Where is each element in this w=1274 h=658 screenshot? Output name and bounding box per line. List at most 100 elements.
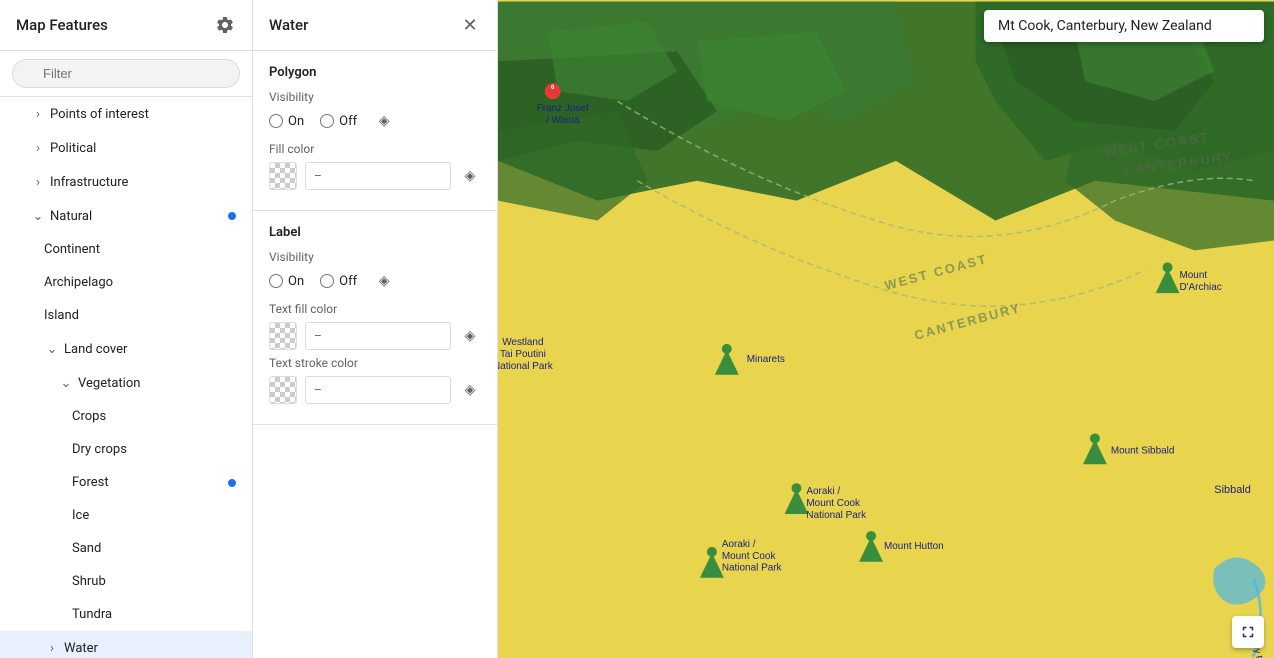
svg-text:Mount Cook: Mount Cook: [806, 498, 860, 509]
fill-color-diamond[interactable]: ◈: [459, 165, 481, 187]
text-fill-diamond[interactable]: ◈: [459, 325, 481, 347]
svg-text:Mount Hutton: Mount Hutton: [884, 541, 944, 552]
sidebar-item-continent[interactable]: Continent: [0, 233, 252, 266]
filter-bar: [0, 51, 252, 97]
fill-color-label: Fill color: [269, 142, 481, 156]
polygon-visibility-diamond[interactable]: ◈: [373, 110, 395, 132]
label-section-title: Label: [269, 225, 481, 240]
off-label: Off: [339, 114, 357, 129]
fill-color-value[interactable]: –: [305, 162, 451, 190]
text-fill-swatch[interactable]: [269, 322, 297, 350]
sidebar-item-island[interactable]: Island: [0, 299, 252, 332]
svg-text:Aoraki /: Aoraki /: [722, 539, 756, 550]
sidebar-item-archipelago[interactable]: Archipelago: [0, 266, 252, 299]
sidebar-item-political[interactable]: › Political: [0, 131, 252, 165]
sidebar-item-label: Sand: [72, 541, 101, 556]
sidebar-item-dry-crops[interactable]: Dry crops: [0, 433, 252, 466]
label-visibility-diamond[interactable]: ◈: [373, 270, 395, 292]
sidebar-item-shrub[interactable]: Shrub: [0, 565, 252, 598]
sidebar-item-label: Points of interest: [50, 107, 149, 122]
chevron-right-icon: ›: [44, 640, 60, 656]
natural-dot: [228, 212, 236, 220]
label-section: Label Visibility On Off ◈ Text fill colo…: [253, 211, 497, 425]
sidebar-item-vegetation[interactable]: ⌄ Vegetation: [0, 366, 252, 400]
sidebar-item-ice[interactable]: Ice: [0, 499, 252, 532]
filter-wrapper: [12, 59, 240, 88]
map-area: WEST COAST CANTERBURY WEST COAST CANTERB…: [498, 0, 1274, 658]
label-visibility-on[interactable]: On: [269, 274, 304, 289]
polygon-section-title: Polygon: [269, 65, 481, 80]
polygon-visibility-off[interactable]: Off: [320, 114, 357, 129]
polygon-visibility-on[interactable]: On: [269, 114, 304, 129]
close-icon[interactable]: ✕: [459, 14, 481, 36]
chevron-right-icon: ›: [30, 174, 46, 190]
sidebar-item-sand[interactable]: Sand: [0, 532, 252, 565]
chevron-right-icon: ›: [30, 106, 46, 122]
search-bar[interactable]: Mt Cook, Canterbury, New Zealand: [984, 10, 1264, 42]
map-canvas[interactable]: WEST COAST CANTERBURY WEST COAST CANTERB…: [498, 0, 1274, 658]
sidebar-item-label: Shrub: [72, 574, 106, 589]
sidebar-item-points-of-interest[interactable]: › Points of interest: [0, 97, 252, 131]
sidebar-item-label: Forest: [72, 475, 109, 490]
sidebar-item-forest[interactable]: Forest: [0, 466, 252, 499]
sidebar-item-land-cover[interactable]: ⌄ Land cover: [0, 332, 252, 366]
sidebar-item-label: Island: [44, 308, 79, 323]
sidebar-item-water[interactable]: › Water: [0, 631, 252, 658]
svg-text:D'Archiac: D'Archiac: [1179, 282, 1221, 293]
svg-text:Sibbald: Sibbald: [1214, 484, 1251, 496]
svg-text:Tai Poutini: Tai Poutini: [500, 349, 546, 360]
sidebar-item-infrastructure[interactable]: › Infrastructure: [0, 165, 252, 199]
gear-icon[interactable]: [214, 14, 236, 36]
sidebar-item-label: Dry crops: [72, 442, 127, 457]
sidebar-item-label: Vegetation: [78, 376, 140, 391]
on-label: On: [288, 274, 304, 289]
map-svg: WEST COAST CANTERBURY WEST COAST CANTERB…: [498, 0, 1274, 658]
sidebar-item-natural[interactable]: ⌄ Natural: [0, 199, 252, 233]
search-value: Mt Cook, Canterbury, New Zealand: [998, 18, 1212, 34]
svg-text:Franz Josef: Franz Josef: [537, 103, 589, 114]
filter-input[interactable]: [12, 59, 240, 88]
sidebar-item-label: Continent: [44, 242, 100, 257]
sidebar-item-label: Political: [50, 141, 96, 156]
visibility-label: Visibility: [269, 90, 481, 104]
svg-text:/ Waiua: / Waiua: [546, 115, 580, 126]
text-fill-value[interactable]: –: [305, 322, 451, 350]
forest-dot: [228, 479, 236, 487]
label-visibility-off[interactable]: Off: [320, 274, 357, 289]
fill-color-row: – ◈: [269, 162, 481, 190]
fullscreen-button[interactable]: [1232, 616, 1264, 648]
on-label: On: [288, 114, 304, 129]
sidebar: Map Features › Points of interest › Poli…: [0, 0, 253, 658]
text-stroke-swatch[interactable]: [269, 376, 297, 404]
detail-panel: Water ✕ Polygon Visibility On Off ◈ Fill…: [253, 0, 498, 658]
text-stroke-value[interactable]: –: [305, 376, 451, 404]
chevron-right-icon: ›: [30, 140, 46, 156]
text-stroke-color-label: Text stroke color: [269, 356, 481, 370]
text-stroke-diamond[interactable]: ◈: [459, 379, 481, 401]
sidebar-item-label: Crops: [72, 409, 106, 424]
detail-header: Water ✕: [253, 0, 497, 51]
chevron-down-icon: ⌄: [58, 375, 74, 391]
text-fill-color-row: – ◈: [269, 322, 481, 350]
svg-text:CANTERBURY: CANTERBURY: [913, 300, 1023, 343]
off-label: Off: [339, 274, 357, 289]
svg-text:Mount Sibbald: Mount Sibbald: [1111, 445, 1175, 456]
text-fill-color-label: Text fill color: [269, 302, 481, 316]
sidebar-item-label: Infrastructure: [50, 175, 128, 190]
svg-text:Mount Cook: Mount Cook: [722, 551, 776, 562]
svg-text:National Park: National Park: [498, 361, 553, 372]
label-visibility-label: Visibility: [269, 250, 481, 264]
sidebar-header: Map Features: [0, 0, 252, 51]
chevron-down-icon: ⌄: [44, 341, 60, 357]
svg-text:Westland: Westland: [502, 337, 543, 348]
sidebar-item-tundra[interactable]: Tundra: [0, 598, 252, 631]
fill-color-swatch[interactable]: [269, 162, 297, 190]
sidebar-item-label: Water: [64, 641, 98, 656]
sidebar-title: Map Features: [16, 16, 108, 34]
sidebar-item-label: Archipelago: [44, 275, 113, 290]
sidebar-item-crops[interactable]: Crops: [0, 400, 252, 433]
sidebar-item-label: Natural: [50, 209, 92, 224]
nav-list: › Points of interest › Political › Infra…: [0, 97, 252, 658]
text-stroke-color-row: – ◈: [269, 376, 481, 404]
svg-text:Minarets: Minarets: [747, 354, 785, 365]
